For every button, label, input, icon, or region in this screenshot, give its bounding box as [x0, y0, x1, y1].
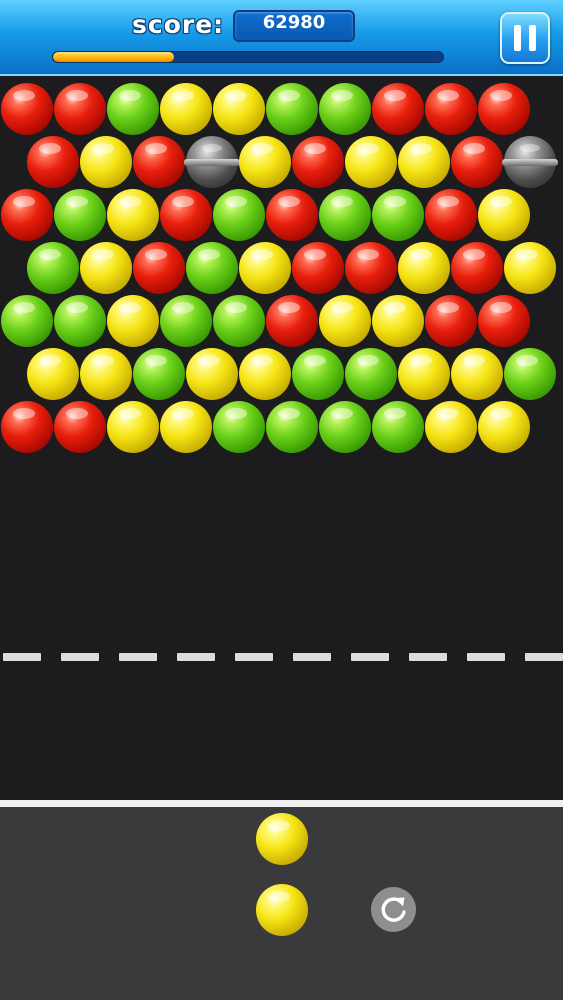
red-bubble — [266, 189, 318, 241]
yellow-bubble — [239, 136, 291, 188]
game-header: score: 62980 — [0, 0, 563, 76]
red-bubble — [425, 295, 477, 347]
yellow-bubble — [213, 83, 265, 135]
green-bubble — [160, 295, 212, 347]
green-bubble — [266, 401, 318, 453]
green-bubble — [213, 189, 265, 241]
danger-line-dash — [293, 653, 331, 661]
red-bubble — [1, 189, 53, 241]
yellow-bubble — [345, 136, 397, 188]
pause-button[interactable] — [500, 12, 550, 64]
launcher-area — [0, 800, 563, 1000]
danger-line-dash — [3, 653, 41, 661]
yellow-bubble — [239, 242, 291, 294]
danger-line-dash — [409, 653, 447, 661]
green-bubble — [1, 295, 53, 347]
next-bubble — [256, 813, 308, 865]
danger-line-dash — [467, 653, 505, 661]
level-progress-fill — [53, 52, 174, 62]
yellow-bubble — [372, 295, 424, 347]
green-bubble — [504, 348, 556, 400]
yellow-bubble — [107, 401, 159, 453]
yellow-bubble — [398, 348, 450, 400]
green-bubble — [133, 348, 185, 400]
yellow-bubble — [478, 401, 530, 453]
green-bubble — [213, 295, 265, 347]
green-bubble — [319, 401, 371, 453]
green-bubble — [319, 83, 371, 135]
green-bubble — [319, 189, 371, 241]
danger-line-dash — [351, 653, 389, 661]
level-progress-bar — [52, 51, 444, 63]
red-bubble — [292, 242, 344, 294]
red-bubble — [292, 136, 344, 188]
green-bubble — [107, 83, 159, 135]
metal-bubble — [502, 136, 558, 188]
yellow-bubble — [425, 401, 477, 453]
yellow-bubble — [239, 348, 291, 400]
green-bubble — [372, 189, 424, 241]
yellow-bubble — [186, 348, 238, 400]
red-bubble — [133, 242, 185, 294]
green-bubble — [186, 242, 238, 294]
red-bubble — [27, 136, 79, 188]
red-bubble — [425, 189, 477, 241]
yellow-bubble — [319, 295, 371, 347]
red-bubble — [54, 83, 106, 135]
yellow-bubble — [107, 295, 159, 347]
red-bubble — [133, 136, 185, 188]
green-bubble — [372, 401, 424, 453]
red-bubble — [478, 295, 530, 347]
yellow-bubble — [80, 242, 132, 294]
yellow-bubble — [160, 83, 212, 135]
yellow-bubble — [478, 189, 530, 241]
danger-line-dash — [525, 653, 563, 661]
danger-line-dash — [177, 653, 215, 661]
red-bubble — [425, 83, 477, 135]
yellow-bubble — [80, 348, 132, 400]
red-bubble — [345, 242, 397, 294]
yellow-bubble — [451, 348, 503, 400]
yellow-bubble — [160, 401, 212, 453]
red-bubble — [1, 401, 53, 453]
swap-bubble-button[interactable] — [371, 887, 416, 932]
shooter-bubble[interactable] — [256, 884, 308, 936]
green-bubble — [54, 295, 106, 347]
score-display: 62980 — [233, 10, 355, 42]
score-label: score: — [132, 10, 225, 39]
score-value: 62980 — [262, 12, 326, 33]
bubble-board[interactable] — [0, 76, 563, 800]
metal-bubble — [184, 136, 240, 188]
red-bubble — [451, 136, 503, 188]
green-bubble — [345, 348, 397, 400]
yellow-bubble — [80, 136, 132, 188]
yellow-bubble — [398, 242, 450, 294]
danger-line-dash — [235, 653, 273, 661]
green-bubble — [27, 242, 79, 294]
red-bubble — [372, 83, 424, 135]
red-bubble — [160, 189, 212, 241]
green-bubble — [292, 348, 344, 400]
green-bubble — [213, 401, 265, 453]
green-bubble — [266, 83, 318, 135]
pause-icon — [514, 25, 536, 51]
yellow-bubble — [27, 348, 79, 400]
refresh-icon — [381, 897, 406, 922]
green-bubble — [54, 189, 106, 241]
danger-line-dash — [61, 653, 99, 661]
danger-line-dash — [119, 653, 157, 661]
red-bubble — [266, 295, 318, 347]
red-bubble — [451, 242, 503, 294]
yellow-bubble — [398, 136, 450, 188]
red-bubble — [478, 83, 530, 135]
yellow-bubble — [504, 242, 556, 294]
red-bubble — [1, 83, 53, 135]
red-bubble — [54, 401, 106, 453]
yellow-bubble — [107, 189, 159, 241]
